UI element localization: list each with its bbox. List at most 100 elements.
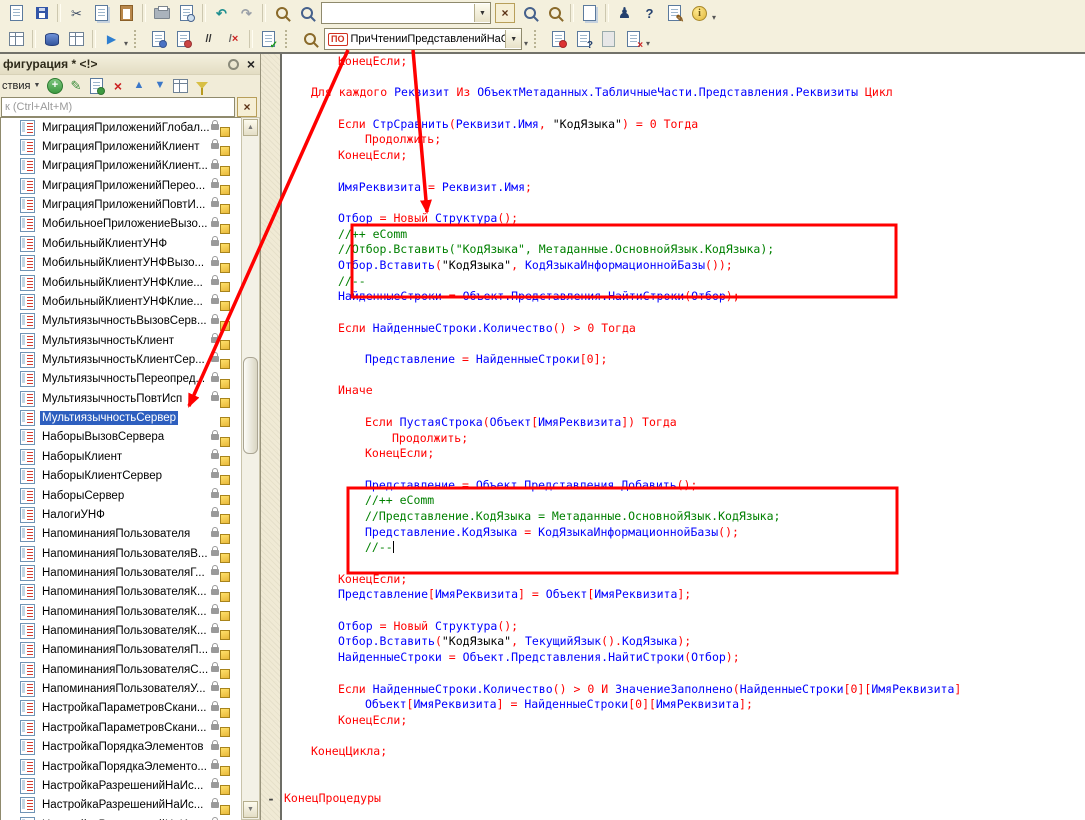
code-line[interactable]: ИмяРеквизита = Реквизит.Имя; <box>284 180 1085 196</box>
code-line[interactable] <box>284 556 1085 572</box>
find-replace-icon[interactable] <box>269 2 294 25</box>
save-icon[interactable] <box>29 2 54 25</box>
list-item[interactable]: НапоминанияПользователяУ... <box>1 679 243 698</box>
filter-icon[interactable] <box>191 76 212 95</box>
print-preview-icon[interactable] <box>174 2 199 25</box>
code-line[interactable]: КонецЕсли; <box>284 54 1085 70</box>
code-line[interactable]: КонецПроцедуры <box>284 791 1085 807</box>
list-item[interactable]: НаборыКлиентСервер <box>1 466 243 485</box>
bookmark-delete-icon[interactable]: × <box>621 28 646 51</box>
pin-icon[interactable] <box>228 59 239 70</box>
chevron-down-icon[interactable]: ▾ <box>124 39 128 48</box>
code-line[interactable]: Продолжить; <box>284 132 1085 148</box>
code-line[interactable]: КонецЦикла; <box>284 744 1085 760</box>
code-line[interactable]: Отбор = Новый Структура(); <box>284 619 1085 635</box>
code-line[interactable] <box>284 666 1085 682</box>
code-line[interactable] <box>284 603 1085 619</box>
table-icon[interactable] <box>64 28 89 51</box>
list-item[interactable]: МиграцияПриложенийКлиент... <box>1 157 243 176</box>
code-line[interactable]: Если ПустаяСтрока(Объект[ИмяРеквизита]) … <box>284 415 1085 431</box>
code-line[interactable]: КонецЕсли; <box>284 446 1085 462</box>
tree-search-input[interactable] <box>1 97 235 117</box>
new-document-icon[interactable] <box>4 2 29 25</box>
comment-icon[interactable]: // <box>196 28 221 51</box>
list-item[interactable]: МультиязычностьПереопред... <box>1 370 243 389</box>
list-item[interactable]: МультиязычностьКлиент <box>1 331 243 350</box>
list-item[interactable]: НастройкаПараметровСкани... <box>1 718 243 737</box>
code-line[interactable] <box>284 101 1085 117</box>
code-line[interactable] <box>284 70 1085 86</box>
code-line[interactable] <box>284 336 1085 352</box>
code-line[interactable]: Если НайденныеСтроки.Количество() > 0 И … <box>284 682 1085 698</box>
list-item[interactable]: МультиязычностьПовтИсп <box>1 389 243 408</box>
list-item[interactable]: НастройкаРазрешенийНаИс... <box>1 815 243 820</box>
bookmark-grey-icon[interactable] <box>596 28 621 51</box>
code-line[interactable] <box>284 399 1085 415</box>
list-item[interactable]: НаборыСервер <box>1 486 243 505</box>
list-item[interactable]: МобильноеПриложениеВызо... <box>1 215 243 234</box>
edit-icon[interactable]: ✎ <box>65 76 86 95</box>
copy-add-icon[interactable] <box>86 76 107 95</box>
list-item[interactable]: НаборыВызовСервера <box>1 428 243 447</box>
code-line[interactable]: Если СтрСравнить(Реквизит.Имя, "КодЯзыка… <box>284 117 1085 133</box>
list-item[interactable]: НастройкаРазрешенийНаИс... <box>1 796 243 815</box>
check-configuration-icon[interactable]: ♟ <box>612 2 637 25</box>
redo-icon[interactable]: ↷ <box>234 2 259 25</box>
code-line[interactable] <box>284 368 1085 384</box>
code-line[interactable] <box>284 164 1085 180</box>
code-line[interactable] <box>284 776 1085 792</box>
code-line[interactable]: Отбор.Вставить("КодЯзыка", ТекущийЯзык()… <box>284 634 1085 650</box>
copy-icon[interactable] <box>89 2 114 25</box>
bookmark-help-icon[interactable]: ? <box>571 28 596 51</box>
list-item[interactable]: МобильныйКлиентУНФВызо... <box>1 254 243 273</box>
copy-window-icon[interactable] <box>577 2 602 25</box>
list-item[interactable]: НапоминанияПользователяК... <box>1 583 243 602</box>
search-input[interactable] <box>322 6 474 20</box>
sort-list-icon[interactable] <box>170 76 191 95</box>
code-line[interactable]: Представление[ИмяРеквизита] = Объект[Имя… <box>284 587 1085 603</box>
list-item[interactable]: МиграцияПриложенийКлиент <box>1 137 243 156</box>
list-item[interactable]: НапоминанияПользователяК... <box>1 602 243 621</box>
code-area[interactable]: КонецЕсли;Для каждого Реквизит Из Объект… <box>282 54 1085 820</box>
code-line[interactable]: Представление = Объект.Представления.Доб… <box>284 478 1085 494</box>
list-item[interactable]: МультиязычностьКлиентСер... <box>1 350 243 369</box>
close-icon[interactable]: × <box>247 57 255 71</box>
code-line[interactable]: Иначе <box>284 383 1085 399</box>
code-line[interactable]: Представление = НайденныеСтроки[0]; <box>284 352 1085 368</box>
list-item[interactable]: НастройкаПорядкаЭлементо... <box>1 757 243 776</box>
code-line[interactable]: //Представление.КодЯзыка = Метаданные.Ос… <box>284 509 1085 525</box>
code-line[interactable]: НайденныеСтроки = Объект.Представления.Н… <box>284 650 1085 666</box>
code-line[interactable]: Объект[ИмяРеквизита] = НайденныеСтроки[0… <box>284 697 1085 713</box>
move-up-icon[interactable]: ▲ <box>128 76 149 95</box>
uncomment-icon[interactable]: /× <box>221 28 246 51</box>
syntax-help-icon[interactable]: ? <box>637 2 662 25</box>
chevron-down-icon[interactable]: ▼ <box>505 30 521 48</box>
delete-icon[interactable]: × <box>107 76 128 95</box>
editor-breakpoint-margin[interactable]: - <box>260 54 282 820</box>
chevron-down-icon[interactable]: ▼ <box>474 4 490 22</box>
code-line[interactable] <box>284 760 1085 776</box>
move-down-icon[interactable]: ▼ <box>149 76 170 95</box>
list-item[interactable]: НастройкаПараметровСкани... <box>1 699 243 718</box>
panel-title-bar[interactable]: фигурация * <!> × <box>0 54 260 75</box>
list-item[interactable]: НапоминанияПользователяС... <box>1 660 243 679</box>
template-edit-icon[interactable]: ✎ <box>662 2 687 25</box>
list-item[interactable]: НастройкаПорядкаЭлементов <box>1 738 243 757</box>
code-line[interactable]: КонецЕсли; <box>284 713 1085 729</box>
syntax-check-icon[interactable]: ✓ <box>256 28 281 51</box>
find-previous-icon[interactable] <box>542 2 567 25</box>
list-item[interactable]: НалогиУНФ <box>1 505 243 524</box>
code-line[interactable]: НайденныеСтроки = Объект.Представления.Н… <box>284 289 1085 305</box>
list-item[interactable]: НапоминанияПользователяК... <box>1 621 243 640</box>
code-line[interactable] <box>284 729 1085 745</box>
list-item[interactable]: МультиязычностьВызовСерв... <box>1 312 243 331</box>
undo-icon[interactable]: ↶ <box>209 2 234 25</box>
list-item[interactable]: МобильныйКлиентУНФ <box>1 234 243 253</box>
clear-tree-search-button[interactable]: × <box>237 97 257 117</box>
find-icon[interactable] <box>294 2 319 25</box>
chevron-down-icon[interactable]: ▼ <box>33 82 40 89</box>
list-item[interactable]: МобильныйКлиентУНФКлие... <box>1 292 243 311</box>
fold-marker[interactable]: - <box>266 794 276 804</box>
code-line[interactable] <box>284 305 1085 321</box>
paste-icon[interactable] <box>114 2 139 25</box>
